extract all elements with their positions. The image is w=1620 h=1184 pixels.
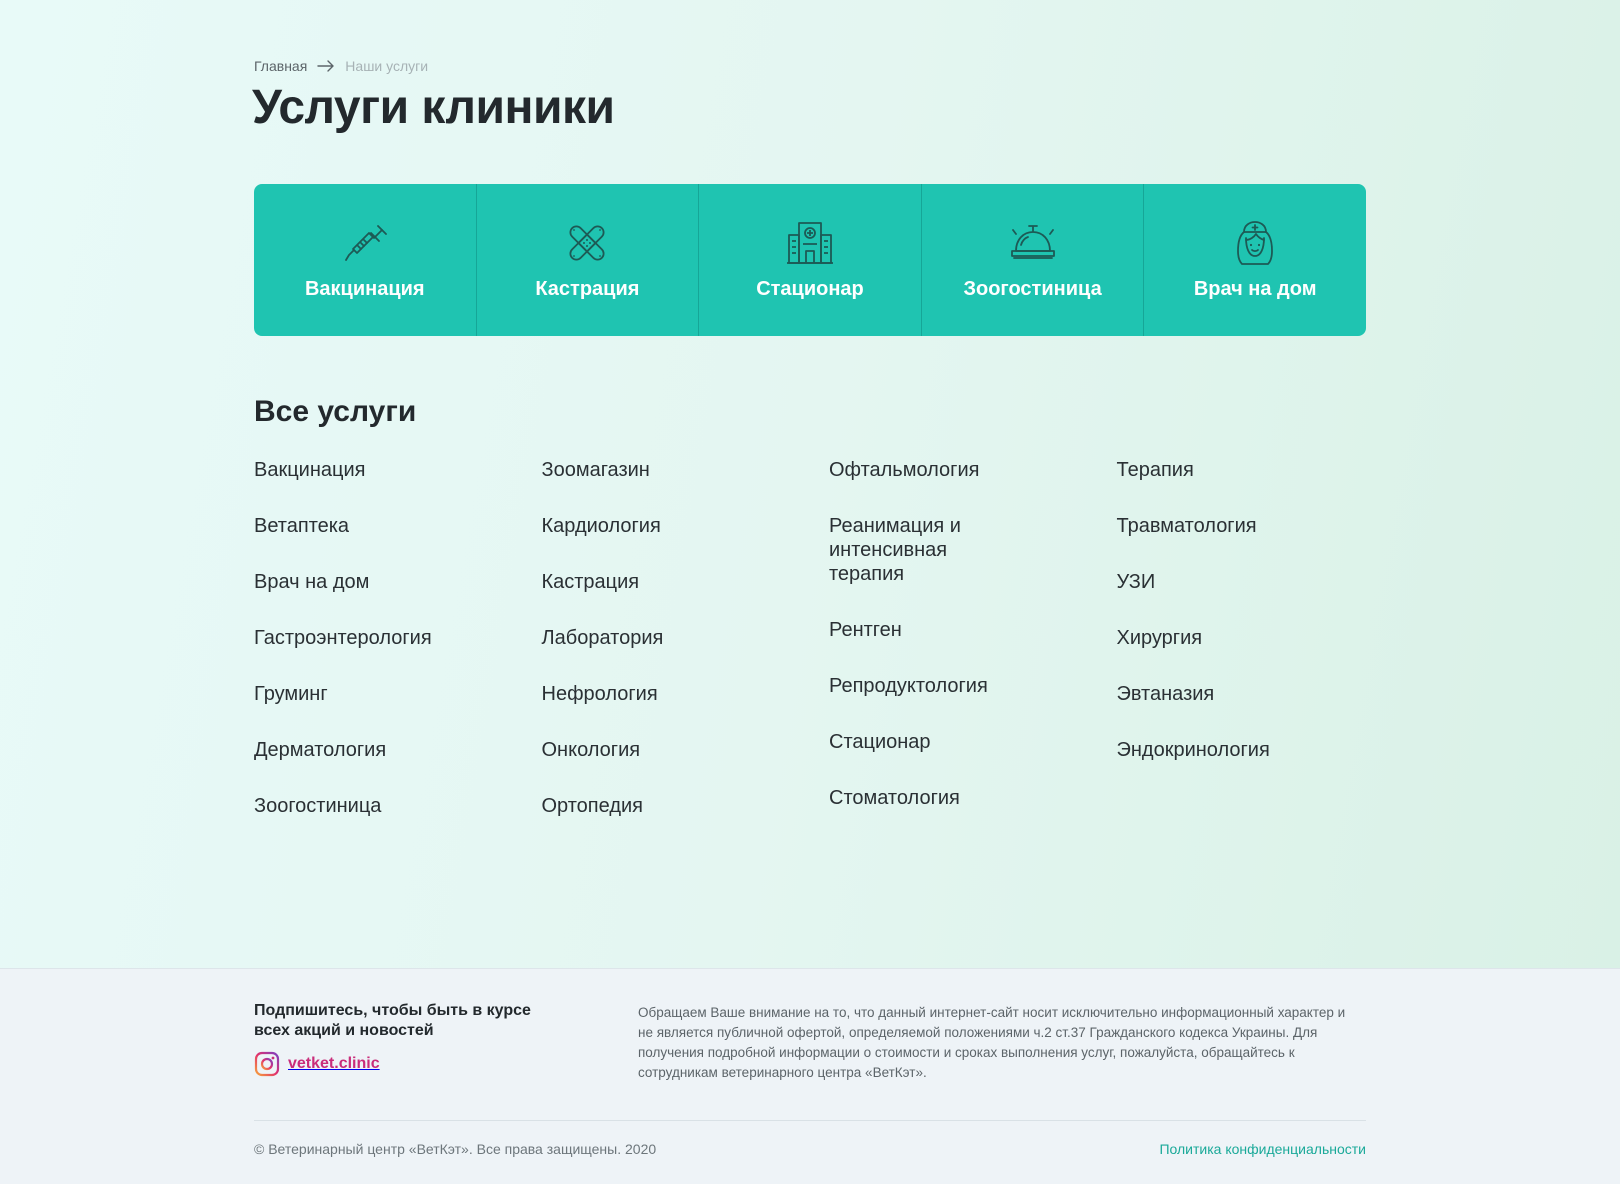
bandage-icon xyxy=(569,225,605,261)
service-link[interactable]: Кастрация xyxy=(542,570,742,594)
hero-section: Главная Наши услуги Услуги клиники Вакци… xyxy=(0,0,1620,968)
service-link[interactable]: Эвтаназия xyxy=(1117,682,1317,706)
all-services-title: Все услуги xyxy=(254,395,417,428)
featured-service-label: Врач на дом xyxy=(1193,278,1317,300)
breadcrumb: Главная Наши услуги xyxy=(254,58,428,74)
instagram-icon xyxy=(254,1051,280,1077)
featured-service-label: Вакцинация xyxy=(304,278,425,300)
service-link[interactable]: Эндокринология xyxy=(1117,738,1317,762)
disclaimer-text: Обращаем Ваше внимание на то, что данный… xyxy=(638,1005,1346,1080)
featured-service-label: Стационар xyxy=(756,278,864,300)
subscribe-title: Подпишитесь, чтобы быть в курсе всех акц… xyxy=(254,1002,531,1039)
service-link[interactable]: Реанимация и интенсивная терапия xyxy=(829,514,989,586)
instagram-link[interactable]: vetket.clinic xyxy=(254,1051,380,1077)
service-link[interactable]: Дерматология xyxy=(254,738,454,762)
service-link[interactable]: Зоомагазин xyxy=(542,458,742,482)
syringe-icon xyxy=(344,225,387,261)
service-link[interactable]: Стационар xyxy=(829,730,1029,754)
hospital-icon xyxy=(786,222,833,264)
breadcrumb-current: Наши услуги xyxy=(345,58,429,74)
breadcrumb-home-link[interactable]: Главная xyxy=(254,58,307,74)
services-column: Зоомагазин Кардиология Кастрация Лаборат… xyxy=(542,458,830,850)
page-title: Услуги клиники xyxy=(252,81,615,134)
featured-service-castration[interactable]: Кастрация xyxy=(477,184,700,336)
featured-service-home-visit[interactable]: Врач на дом xyxy=(1144,184,1366,336)
service-link[interactable]: Онкология xyxy=(542,738,742,762)
service-link[interactable]: Гастроэнтерология xyxy=(254,626,454,650)
featured-services: Вакцинация Кастрация Стационар Зоогостин… xyxy=(254,184,1366,336)
featured-service-pet-hotel[interactable]: Зоогостиница xyxy=(922,184,1145,336)
service-link[interactable]: Лаборатория xyxy=(542,626,742,650)
services-list: Вакцинация Ветаптека Врач на дом Гастроэ… xyxy=(254,458,1404,850)
service-link[interactable]: Терапия xyxy=(1117,458,1317,482)
privacy-policy-link[interactable]: Политика конфиденциальности xyxy=(1159,1141,1366,1157)
hotel-bell-icon xyxy=(1010,225,1055,259)
services-column: Вакцинация Ветаптека Врач на дом Гастроэ… xyxy=(254,458,542,850)
service-link[interactable]: Рентген xyxy=(829,618,1029,642)
featured-service-inpatient[interactable]: Стационар xyxy=(699,184,922,336)
footer: Подпишитесь, чтобы быть в курсе всех акц… xyxy=(0,968,1620,1184)
service-link[interactable]: Нефрология xyxy=(542,682,742,706)
service-link[interactable]: Ветаптека xyxy=(254,514,454,538)
service-link[interactable]: Груминг xyxy=(254,682,454,706)
service-link[interactable]: Врач на дом xyxy=(254,570,454,594)
service-link[interactable]: Ортопедия xyxy=(542,794,742,818)
nurse-icon xyxy=(1237,221,1274,265)
featured-service-label: Зоогостиница xyxy=(963,278,1102,300)
service-link[interactable]: Стоматология xyxy=(829,786,1029,810)
service-link[interactable]: Вакцинация xyxy=(254,458,454,482)
featured-service-label: Кастрация xyxy=(535,278,640,300)
footer-divider xyxy=(254,1120,1366,1121)
services-column: Терапия Травматология УЗИ Хирургия Эвтан… xyxy=(1117,458,1405,850)
service-link[interactable]: Кардиология xyxy=(542,514,742,538)
service-link[interactable]: Репродуктология xyxy=(829,674,1029,698)
featured-service-vaccination[interactable]: Вакцинация xyxy=(254,184,477,336)
service-link[interactable]: Офтальмология xyxy=(829,458,1029,482)
arrow-right-icon xyxy=(317,60,334,72)
service-link[interactable]: УЗИ xyxy=(1117,570,1317,594)
service-link[interactable]: Травматология xyxy=(1117,514,1317,538)
instagram-handle: vetket.clinic xyxy=(288,1055,380,1072)
service-link[interactable]: Хирургия xyxy=(1117,626,1317,650)
copyright: © Ветеринарный центр «ВетКэт». Все права… xyxy=(254,1141,657,1157)
services-column: Офтальмология Реанимация и интенсивная т… xyxy=(829,458,1117,850)
service-link[interactable]: Зоогостиница xyxy=(254,794,454,818)
